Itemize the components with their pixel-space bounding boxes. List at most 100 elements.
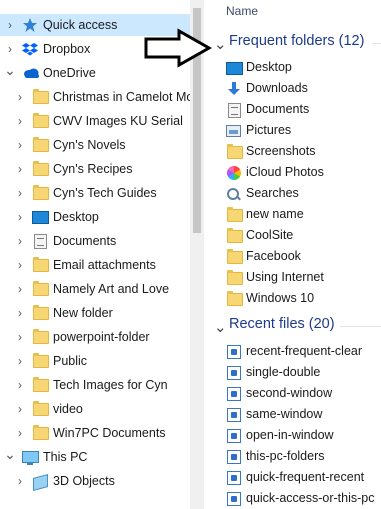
nav-item-label: 3D Objects xyxy=(53,474,115,488)
frequent-folder-coolsite[interactable]: CoolSite xyxy=(226,225,293,246)
frequent-folder-desktop[interactable]: Desktop xyxy=(226,57,292,78)
star-icon xyxy=(22,17,38,32)
frequent-folder-facebook[interactable]: Facebook xyxy=(226,246,301,267)
recent-file-quick-frequent-recent[interactable]: quick-frequent-recent xyxy=(226,467,364,488)
item-label: this-pc-folders xyxy=(246,449,325,463)
nav-item-cwv-images-ku-serial[interactable]: › CWV Images KU Serial xyxy=(0,110,190,132)
document-icon xyxy=(226,102,242,118)
frequent-group-header[interactable]: Frequent folders (12) xyxy=(229,33,364,49)
image-file-icon xyxy=(226,491,242,506)
item-label: recent-frequent-clear xyxy=(246,344,363,358)
folder-icon xyxy=(32,137,49,152)
recent-file-single-double[interactable]: single-double xyxy=(226,362,320,383)
expand-chevron-icon[interactable]: › xyxy=(14,326,26,348)
recent-file-this-pc-folders[interactable]: this-pc-folders xyxy=(226,446,325,467)
frequent-folder-icloud-photos[interactable]: iCloud Photos xyxy=(226,162,324,183)
folder-icon xyxy=(32,377,49,392)
nav-item-namely-art-and-love[interactable]: › Namely Art and Love xyxy=(0,278,190,300)
nav-item-win7pc-documents[interactable]: › Win7PC Documents xyxy=(0,422,190,444)
name-column-header[interactable]: Name xyxy=(226,0,258,22)
expand-chevron-icon[interactable]: › xyxy=(14,422,26,444)
expand-chevron-icon[interactable]: › xyxy=(14,302,26,324)
item-label: Downloads xyxy=(246,81,308,95)
nav-item-3d-objects[interactable]: › 3D Objects xyxy=(0,470,190,492)
item-label: Screenshots xyxy=(246,144,316,158)
desktop-icon xyxy=(226,61,243,75)
expand-chevron-icon[interactable]: › xyxy=(14,182,26,204)
recent-collapse-chevron-icon[interactable]: ⌄ xyxy=(214,318,227,336)
expand-chevron-icon[interactable]: › xyxy=(14,278,26,300)
expand-chevron-icon[interactable]: › xyxy=(14,206,26,228)
callout-arrow xyxy=(144,28,213,68)
expand-chevron-icon[interactable]: › xyxy=(14,134,26,156)
folder-icon xyxy=(226,143,243,159)
nav-item-christmas-in-camelot-mo[interactable]: › Christmas in Camelot Mo xyxy=(0,86,190,108)
recent-file-second-window[interactable]: second-window xyxy=(226,383,332,404)
nav-item-label: Win7PC Documents xyxy=(53,426,166,440)
image-file-icon xyxy=(226,344,242,359)
nav-item-label: OneDrive xyxy=(43,66,96,80)
nav-item-label: Namely Art and Love xyxy=(53,282,170,296)
expand-chevron-icon[interactable]: › xyxy=(14,230,26,252)
nav-item-cyn-s-tech-guides[interactable]: › Cyn's Tech Guides xyxy=(0,182,190,204)
folder-icon xyxy=(32,185,49,200)
frequent-folder-new-name[interactable]: new name xyxy=(226,204,304,225)
frequent-folder-screenshots[interactable]: Screenshots xyxy=(226,141,315,162)
collapse-chevron-icon[interactable]: ⌄ xyxy=(4,62,16,78)
expand-chevron-icon[interactable]: › xyxy=(14,254,26,276)
folder-icon xyxy=(226,227,243,243)
downloads-icon xyxy=(226,81,242,96)
nav-item-label: Public xyxy=(53,354,88,368)
frequent-folder-windows-10[interactable]: Windows 10 xyxy=(226,288,314,309)
folder-icon xyxy=(32,305,49,320)
item-label: quick-frequent-recent xyxy=(246,470,365,484)
recent-file-recent-frequent-clear[interactable]: recent-frequent-clear xyxy=(226,341,362,362)
recent-file-quick-access-or-this-pc[interactable]: quick-access-or-this-pc xyxy=(226,488,375,509)
nav-item-label: Quick access xyxy=(43,18,118,32)
pictures-icon xyxy=(226,124,242,138)
desktop-icon xyxy=(32,210,49,224)
recent-file-open-in-window[interactable]: open-in-window xyxy=(226,425,334,446)
nav-item-label: video xyxy=(53,402,83,416)
nav-item-documents[interactable]: › Documents xyxy=(0,230,190,252)
frequent-folder-downloads[interactable]: Downloads xyxy=(226,78,308,99)
image-file-icon xyxy=(226,470,242,485)
recent-group-header[interactable]: Recent files (20) xyxy=(229,316,335,332)
nav-item-cyn-s-novels[interactable]: › Cyn's Novels xyxy=(0,134,190,156)
collapse-chevron-icon[interactable]: ⌄ xyxy=(4,446,16,462)
item-label: new name xyxy=(246,207,304,221)
expand-chevron-icon[interactable]: › xyxy=(14,398,26,420)
folder-icon xyxy=(32,353,49,368)
expand-chevron-icon[interactable]: › xyxy=(14,470,26,492)
nav-item-desktop[interactable]: › Desktop xyxy=(0,206,190,228)
frequent-collapse-chevron-icon[interactable]: ⌄ xyxy=(214,35,227,53)
item-label: CoolSite xyxy=(246,228,294,242)
nav-item-video[interactable]: › video xyxy=(0,398,190,420)
frequent-folder-searches[interactable]: Searches xyxy=(226,183,299,204)
nav-item-cyn-s-recipes[interactable]: › Cyn's Recipes xyxy=(0,158,190,180)
nav-item-tech-images-for-cyn[interactable]: › Tech Images for Cyn xyxy=(0,374,190,396)
expand-chevron-icon[interactable]: › xyxy=(14,158,26,180)
item-label: quick-access-or-this-pc xyxy=(246,491,375,505)
nav-item-powerpoint-folder[interactable]: › powerpoint-folder xyxy=(0,326,190,348)
nav-item-this-pc[interactable]: ⌄ This PC xyxy=(0,446,190,468)
image-file-icon xyxy=(226,428,242,443)
nav-item-label: Desktop xyxy=(53,210,99,224)
expand-chevron-icon[interactable]: › xyxy=(4,38,16,60)
item-label: Searches xyxy=(246,186,299,200)
nav-item-email-attachments[interactable]: › Email attachments xyxy=(0,254,190,276)
frequent-folder-documents[interactable]: Documents xyxy=(226,99,309,120)
nav-item-new-folder[interactable]: › New folder xyxy=(0,302,190,324)
nav-item-public[interactable]: › Public xyxy=(0,350,190,372)
expand-chevron-icon[interactable]: › xyxy=(14,374,26,396)
image-file-icon xyxy=(226,386,242,401)
this-pc-icon xyxy=(22,450,39,465)
expand-chevron-icon[interactable]: › xyxy=(14,350,26,372)
nav-scrollbar[interactable] xyxy=(190,0,204,509)
expand-chevron-icon[interactable]: › xyxy=(4,14,16,36)
expand-chevron-icon[interactable]: › xyxy=(14,110,26,132)
frequent-folder-using-internet[interactable]: Using Internet xyxy=(226,267,324,288)
recent-file-same-window[interactable]: same-window xyxy=(226,404,322,425)
frequent-folder-pictures[interactable]: Pictures xyxy=(226,120,291,141)
expand-chevron-icon[interactable]: › xyxy=(14,86,26,108)
